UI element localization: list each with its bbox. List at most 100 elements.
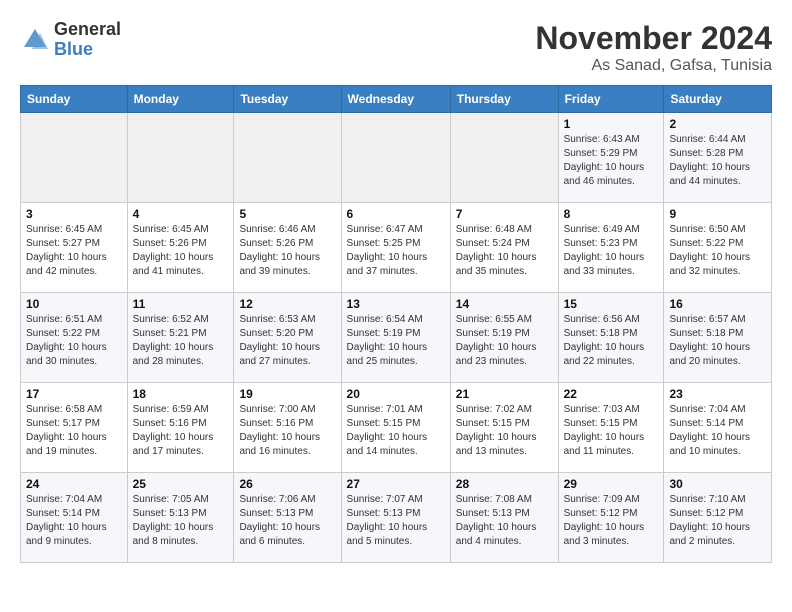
calendar-cell: 18Sunrise: 6:59 AM Sunset: 5:16 PM Dayli… <box>127 383 234 473</box>
day-number: 26 <box>239 477 335 491</box>
day-info: Sunrise: 6:50 AM Sunset: 5:22 PM Dayligh… <box>669 223 766 279</box>
day-info: Sunrise: 7:04 AM Sunset: 5:14 PM Dayligh… <box>669 403 766 459</box>
calendar-week-4: 17 Sunrise: 6:58 AM Sunset: 5:17 PM Dayli… <box>21 383 772 473</box>
calendar-cell: 3 Sunrise: 6:45 AM Sunset: 5:27 PM Daylig… <box>21 203 128 293</box>
weekday-header-saturday: Saturday <box>664 86 772 113</box>
calendar-cell: 7 Sunrise: 6:48 AM Sunset: 5:24 PM Daylig… <box>450 203 558 293</box>
day-number: 10 <box>26 297 122 311</box>
calendar-cell: 22 Sunrise: 7:03 AM Sunset: 5:15 PM Dayli… <box>558 383 664 473</box>
page-header: General Blue November 2024 As Sanad, Gaf… <box>20 20 772 75</box>
calendar-cell <box>127 113 234 203</box>
day-info: Sunrise: 6:49 AM Sunset: 5:23 PM Dayligh… <box>564 223 659 279</box>
calendar-week-2: 3 Sunrise: 6:45 AM Sunset: 5:27 PM Daylig… <box>21 203 772 293</box>
calendar-cell: 17 Sunrise: 6:58 AM Sunset: 5:17 PM Dayli… <box>21 383 128 473</box>
calendar-cell: 23 Sunrise: 7:04 AM Sunset: 5:14 PM Dayli… <box>664 383 772 473</box>
day-number: 15 <box>564 297 659 311</box>
calendar-week-5: 24Sunrise: 7:04 AM Sunset: 5:14 PM Dayli… <box>21 473 772 563</box>
day-info: Sunrise: 7:03 AM Sunset: 5:15 PM Dayligh… <box>564 403 659 459</box>
calendar-cell <box>234 113 341 203</box>
day-number: 3 <box>26 207 122 221</box>
day-number: 21 <box>456 387 553 401</box>
day-number: 29 <box>564 477 659 491</box>
day-info: Sunrise: 6:53 AM Sunset: 5:20 PM Dayligh… <box>239 313 335 369</box>
calendar-cell: 1 Sunrise: 6:43 AM Sunset: 5:29 PM Daylig… <box>558 113 664 203</box>
calendar-cell: 9 Sunrise: 6:50 AM Sunset: 5:22 PM Daylig… <box>664 203 772 293</box>
day-info: Sunrise: 7:05 AM Sunset: 5:13 PM Dayligh… <box>133 493 229 549</box>
calendar-cell: 19 Sunrise: 7:00 AM Sunset: 5:16 PM Dayli… <box>234 383 341 473</box>
calendar-cell: 21 Sunrise: 7:02 AM Sunset: 5:15 PM Dayli… <box>450 383 558 473</box>
day-info: Sunrise: 6:52 AM Sunset: 5:21 PM Dayligh… <box>133 313 229 369</box>
day-info: Sunrise: 6:45 AM Sunset: 5:27 PM Dayligh… <box>26 223 122 279</box>
logo: General Blue <box>20 20 121 60</box>
calendar-cell <box>450 113 558 203</box>
day-info: Sunrise: 6:51 AM Sunset: 5:22 PM Dayligh… <box>26 313 122 369</box>
day-number: 17 <box>26 387 122 401</box>
day-number: 23 <box>669 387 766 401</box>
day-info: Sunrise: 6:47 AM Sunset: 5:25 PM Dayligh… <box>347 223 445 279</box>
day-number: 2 <box>669 117 766 131</box>
calendar-table: SundayMondayTuesdayWednesdayThursdayFrid… <box>20 85 772 563</box>
weekday-header-sunday: Sunday <box>21 86 128 113</box>
calendar-cell: 12Sunrise: 6:53 AM Sunset: 5:20 PM Dayli… <box>234 293 341 383</box>
day-info: Sunrise: 7:06 AM Sunset: 5:13 PM Dayligh… <box>239 493 335 549</box>
day-number: 27 <box>347 477 445 491</box>
day-number: 7 <box>456 207 553 221</box>
calendar-cell: 8 Sunrise: 6:49 AM Sunset: 5:23 PM Daylig… <box>558 203 664 293</box>
day-info: Sunrise: 7:07 AM Sunset: 5:13 PM Dayligh… <box>347 493 445 549</box>
calendar-cell: 24Sunrise: 7:04 AM Sunset: 5:14 PM Dayli… <box>21 473 128 563</box>
day-number: 25 <box>133 477 229 491</box>
day-number: 5 <box>239 207 335 221</box>
calendar-cell: 10 Sunrise: 6:51 AM Sunset: 5:22 PM Dayli… <box>21 293 128 383</box>
day-number: 8 <box>564 207 659 221</box>
calendar-cell <box>21 113 128 203</box>
day-info: Sunrise: 6:58 AM Sunset: 5:17 PM Dayligh… <box>26 403 122 459</box>
day-info: Sunrise: 6:57 AM Sunset: 5:18 PM Dayligh… <box>669 313 766 369</box>
day-number: 19 <box>239 387 335 401</box>
calendar-week-3: 10 Sunrise: 6:51 AM Sunset: 5:22 PM Dayli… <box>21 293 772 383</box>
day-info: Sunrise: 7:10 AM Sunset: 5:12 PM Dayligh… <box>669 493 766 549</box>
calendar-cell: 4 Sunrise: 6:45 AM Sunset: 5:26 PM Daylig… <box>127 203 234 293</box>
day-info: Sunrise: 6:45 AM Sunset: 5:26 PM Dayligh… <box>133 223 229 279</box>
day-number: 1 <box>564 117 659 131</box>
calendar-cell: 30Sunrise: 7:10 AM Sunset: 5:12 PM Dayli… <box>664 473 772 563</box>
day-info: Sunrise: 7:08 AM Sunset: 5:13 PM Dayligh… <box>456 493 553 549</box>
calendar-cell: 6 Sunrise: 6:47 AM Sunset: 5:25 PM Daylig… <box>341 203 450 293</box>
day-info: Sunrise: 7:04 AM Sunset: 5:14 PM Dayligh… <box>26 493 122 549</box>
calendar-cell: 29Sunrise: 7:09 AM Sunset: 5:12 PM Dayli… <box>558 473 664 563</box>
day-info: Sunrise: 6:55 AM Sunset: 5:19 PM Dayligh… <box>456 313 553 369</box>
calendar-title: November 2024 <box>535 20 772 57</box>
weekday-header-row: SundayMondayTuesdayWednesdayThursdayFrid… <box>21 86 772 113</box>
calendar-cell <box>341 113 450 203</box>
day-info: Sunrise: 6:44 AM Sunset: 5:28 PM Dayligh… <box>669 133 766 189</box>
weekday-header-thursday: Thursday <box>450 86 558 113</box>
day-info: Sunrise: 6:59 AM Sunset: 5:16 PM Dayligh… <box>133 403 229 459</box>
day-number: 20 <box>347 387 445 401</box>
calendar-week-1: 1 Sunrise: 6:43 AM Sunset: 5:29 PM Daylig… <box>21 113 772 203</box>
logo-line2: Blue <box>54 40 121 60</box>
calendar-cell: 16Sunrise: 6:57 AM Sunset: 5:18 PM Dayli… <box>664 293 772 383</box>
day-info: Sunrise: 6:48 AM Sunset: 5:24 PM Dayligh… <box>456 223 553 279</box>
day-info: Sunrise: 6:56 AM Sunset: 5:18 PM Dayligh… <box>564 313 659 369</box>
day-number: 11 <box>133 297 229 311</box>
day-number: 13 <box>347 297 445 311</box>
day-number: 22 <box>564 387 659 401</box>
calendar-cell: 5Sunrise: 6:46 AM Sunset: 5:26 PM Daylig… <box>234 203 341 293</box>
day-info: Sunrise: 6:54 AM Sunset: 5:19 PM Dayligh… <box>347 313 445 369</box>
logo-text: General Blue <box>54 20 121 60</box>
calendar-cell: 13 Sunrise: 6:54 AM Sunset: 5:19 PM Dayli… <box>341 293 450 383</box>
calendar-cell: 20Sunrise: 7:01 AM Sunset: 5:15 PM Dayli… <box>341 383 450 473</box>
day-number: 4 <box>133 207 229 221</box>
title-area: November 2024 As Sanad, Gafsa, Tunisia <box>535 20 772 75</box>
calendar-cell: 2 Sunrise: 6:44 AM Sunset: 5:28 PM Daylig… <box>664 113 772 203</box>
weekday-header-monday: Monday <box>127 86 234 113</box>
day-info: Sunrise: 7:00 AM Sunset: 5:16 PM Dayligh… <box>239 403 335 459</box>
calendar-subtitle: As Sanad, Gafsa, Tunisia <box>535 57 772 75</box>
day-number: 14 <box>456 297 553 311</box>
day-number: 9 <box>669 207 766 221</box>
day-number: 6 <box>347 207 445 221</box>
day-info: Sunrise: 6:43 AM Sunset: 5:29 PM Dayligh… <box>564 133 659 189</box>
weekday-header-wednesday: Wednesday <box>341 86 450 113</box>
day-info: Sunrise: 7:02 AM Sunset: 5:15 PM Dayligh… <box>456 403 553 459</box>
calendar-cell: 26 Sunrise: 7:06 AM Sunset: 5:13 PM Dayli… <box>234 473 341 563</box>
calendar-cell: 28Sunrise: 7:08 AM Sunset: 5:13 PM Dayli… <box>450 473 558 563</box>
